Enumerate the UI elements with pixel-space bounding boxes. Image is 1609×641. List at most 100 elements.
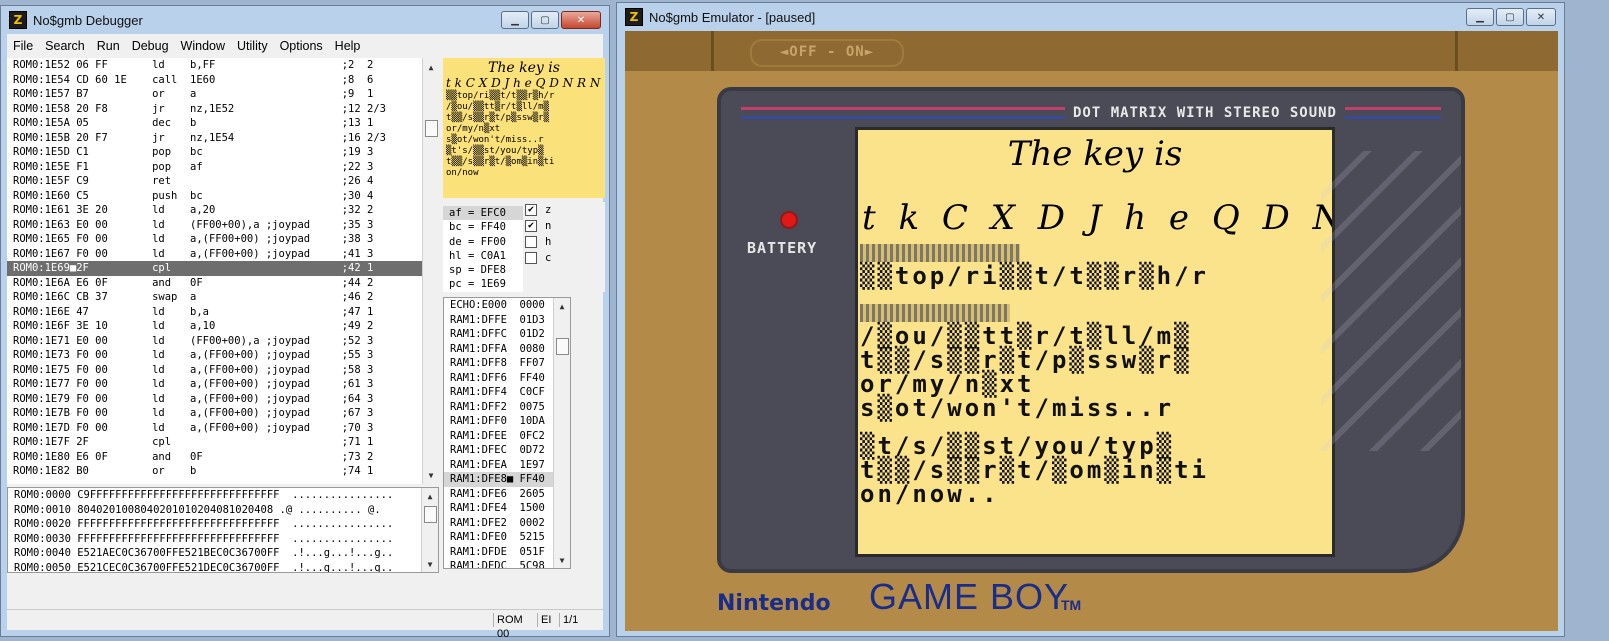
stack-row[interactable]: RAM1:DFDE 051F — [444, 545, 570, 560]
stack-row[interactable]: RAM1:DFE2 0002 — [444, 516, 570, 531]
memory-row[interactable]: ROM0:0030 FFFFFFFFFFFFFFFFFFFFFFFFFFFFFF… — [8, 532, 438, 547]
disasm-row[interactable]: ROM0:1E61 3E 20 ld a,20 ;32 2 — [7, 203, 439, 218]
stack-row[interactable]: RAM1:DFFA 0080 — [444, 342, 570, 357]
stack-row[interactable]: RAM1:DFF0 10DA — [444, 414, 570, 429]
disasm-row[interactable]: ROM0:1E54 CD 60 1E call 1E60 ;8 6 — [7, 73, 439, 88]
menu-run[interactable]: Run — [91, 39, 126, 53]
flag-h-checkbox[interactable] — [525, 236, 537, 248]
stack-row[interactable]: RAM1:DFE6 2605 — [444, 487, 570, 502]
disasm-row[interactable]: ROM0:1E65 F0 00 ld a,(FF00+00) ;joypad ;… — [7, 232, 439, 247]
register-pc[interactable]: pc = 1E69 — [443, 277, 523, 291]
disasm-row[interactable]: ROM0:1E5A 05 dec b ;13 1 — [7, 116, 439, 131]
flag-n[interactable]: ✔ n — [525, 218, 605, 234]
menu-search[interactable]: Search — [39, 39, 91, 53]
register-de[interactable]: de = FF00 — [443, 235, 523, 249]
memory-row[interactable]: ROM0:0040 E521AEC0C36700FFE521BEC0C36700… — [8, 546, 438, 561]
minimize-icon[interactable]: ▁ — [1466, 8, 1494, 26]
disasm-row[interactable]: ROM0:1E5E F1 pop af ;22 3 — [7, 160, 439, 175]
register-sp[interactable]: sp = DFE8 — [443, 263, 523, 277]
disasm-row[interactable]: ROM0:1E82 B0 or b ;74 1 — [7, 464, 439, 479]
flag-c[interactable]: c — [525, 250, 605, 266]
register-hl[interactable]: hl = C0A1 — [443, 249, 523, 263]
emulator-titlebar[interactable]: Z No$gmb Emulator - [paused] ▁ ▢ ✕ — [617, 3, 1564, 31]
stack-row[interactable]: RAM1:DFF6 FF40 — [444, 371, 570, 386]
register-af[interactable]: af = EFC0 — [443, 206, 523, 221]
disassembly-pane[interactable]: ROM0:1E52 06 FF ld b,FF ;2 2 ROM0:1E54 C… — [7, 58, 439, 484]
memory-row[interactable]: ROM0:0050 E521CEC0C36700FFE521DEC0C36700… — [8, 561, 438, 573]
power-switch[interactable]: ◄OFF - ON► — [750, 39, 904, 67]
stack-row[interactable]: RAM1:DFF8 FF07 — [444, 356, 570, 371]
disasm-row[interactable]: ROM0:1E5B 20 F7 jr nz,1E54 ;16 2/3 — [7, 131, 439, 146]
maximize-icon[interactable]: ▢ — [531, 11, 559, 29]
stack-row[interactable]: RAM1:DFEA 1E97 — [444, 458, 570, 473]
disasm-row[interactable]: ROM0:1E60 C5 push bc ;30 4 — [7, 189, 439, 204]
scroll-up-icon[interactable]: ▲ — [554, 299, 570, 313]
flag-h[interactable]: h — [525, 234, 605, 250]
flag-n-checkbox[interactable]: ✔ — [525, 220, 537, 232]
disasm-row[interactable]: ROM0:1E5D C1 pop bc ;19 3 — [7, 145, 439, 160]
register-bc[interactable]: bc = FF40 — [443, 220, 523, 234]
scroll-down-icon[interactable]: ▼ — [422, 557, 438, 571]
stack-row[interactable]: RAM1:DFF4 C0CF — [444, 385, 570, 400]
menu-file[interactable]: File — [7, 39, 39, 53]
scroll-down-icon[interactable]: ▼ — [423, 468, 439, 482]
stack-row[interactable]: RAM1:DFFC 01D2 — [444, 327, 570, 342]
stack-row[interactable]: RAM1:DFE0 5215 — [444, 530, 570, 545]
stack-row-current[interactable]: RAM1:DFE8■ FF40 — [444, 472, 570, 487]
stack-row[interactable]: RAM1:DFDC 5C98 — [444, 559, 570, 568]
flag-z[interactable]: ✔ z — [525, 202, 605, 218]
scroll-up-icon[interactable]: ▲ — [423, 60, 439, 74]
scroll-thumb[interactable] — [424, 506, 437, 523]
registers-pane[interactable]: af = EFC0 bc = FF40 de = FF00 hl = C0A1 … — [443, 206, 523, 292]
memory-scrollbar[interactable]: ▲ ▼ — [421, 488, 438, 572]
stack-row[interactable]: RAM1:DFE4 1500 — [444, 501, 570, 516]
disasm-row[interactable]: ROM0:1E80 E6 0F and 0F ;73 2 — [7, 450, 439, 465]
disasm-row[interactable]: ROM0:1E6C CB 37 swap a ;46 2 — [7, 290, 439, 305]
disasm-row[interactable]: ROM0:1E79 F0 00 ld a,(FF00+00) ;joypad ;… — [7, 392, 439, 407]
flag-z-checkbox[interactable]: ✔ — [525, 204, 537, 216]
close-icon[interactable]: ✕ — [1526, 8, 1556, 26]
menu-window[interactable]: Window — [175, 39, 231, 53]
scroll-up-icon[interactable]: ▲ — [422, 489, 438, 503]
stack-pane[interactable]: ECHO:E000 0000 RAM1:DFFE 01D3 RAM1:DFFC … — [443, 297, 571, 569]
stack-row[interactable]: RAM1:DFEC 0D72 — [444, 443, 570, 458]
flag-c-checkbox[interactable] — [525, 252, 537, 264]
disasm-row[interactable]: ROM0:1E71 E0 00 ld (FF00+00),a ;joypad ;… — [7, 334, 439, 349]
disasm-row[interactable]: ROM0:1E75 F0 00 ld a,(FF00+00) ;joypad ;… — [7, 363, 439, 378]
memory-row[interactable]: ROM0:0020 FFFFFFFFFFFFFFFFFFFFFFFFFFFFFF… — [8, 517, 438, 532]
disasm-row[interactable]: ROM0:1E73 F0 00 ld a,(FF00+00) ;joypad ;… — [7, 348, 439, 363]
minimize-icon[interactable]: ▁ — [501, 11, 529, 29]
disasm-row[interactable]: ROM0:1E6E 47 ld b,a ;47 1 — [7, 305, 439, 320]
disasm-row[interactable]: ROM0:1E52 06 FF ld b,FF ;2 2 — [7, 58, 439, 73]
maximize-icon[interactable]: ▢ — [1496, 8, 1524, 26]
menu-utility[interactable]: Utility — [231, 39, 274, 53]
menu-debug[interactable]: Debug — [126, 39, 175, 53]
stack-row[interactable]: RAM1:DFF2 0075 — [444, 400, 570, 415]
disasm-scrollbar[interactable]: ▲ ▼ — [422, 58, 439, 484]
disasm-row[interactable]: ROM0:1E67 F0 00 ld a,(FF00+00) ;joypad ;… — [7, 247, 439, 262]
stack-row[interactable]: ECHO:E000 0000 — [444, 298, 570, 313]
disasm-row[interactable]: ROM0:1E63 E0 00 ld (FF00+00),a ;joypad ;… — [7, 218, 439, 233]
disasm-row[interactable]: ROM0:1E57 B7 or a ;9 1 — [7, 87, 439, 102]
debugger-titlebar[interactable]: Z No$gmb Debugger ▁ ▢ ✕ — [1, 6, 609, 34]
disasm-row[interactable]: ROM0:1E6F 3E 10 ld a,10 ;49 2 — [7, 319, 439, 334]
disasm-row[interactable]: ROM0:1E7F 2F cpl ;71 1 — [7, 435, 439, 450]
disasm-row[interactable]: ROM0:1E7B F0 00 ld a,(FF00+00) ;joypad ;… — [7, 406, 439, 421]
memory-row[interactable]: ROM0:0000 C9FFFFFFFFFFFFFFFFFFFFFFFFFFFF… — [8, 488, 438, 503]
menu-options[interactable]: Options — [274, 39, 329, 53]
disasm-row[interactable]: ROM0:1E7D F0 00 ld a,(FF00+00) ;joypad ;… — [7, 421, 439, 436]
disasm-row[interactable]: ROM0:1E77 F0 00 ld a,(FF00+00) ;joypad ;… — [7, 377, 439, 392]
memory-row[interactable]: ROM0:0010 804020100804020101020408102040… — [8, 503, 438, 518]
close-icon[interactable]: ✕ — [561, 11, 601, 29]
menu-help[interactable]: Help — [329, 39, 367, 53]
scroll-thumb[interactable] — [556, 338, 569, 355]
disasm-row-current[interactable]: ROM0:1E69■2F cpl ;42 1 — [7, 261, 439, 276]
memory-dump-pane[interactable]: ROM0:0000 C9FFFFFFFFFFFFFFFFFFFFFFFFFFFF… — [7, 487, 439, 573]
stack-row[interactable]: RAM1:DFEE 0FC2 — [444, 429, 570, 444]
disasm-row[interactable]: ROM0:1E5F C9 ret ;26 4 — [7, 174, 439, 189]
stack-scrollbar[interactable]: ▲ ▼ — [553, 298, 570, 568]
disasm-row[interactable]: ROM0:1E6A E6 0F and 0F ;44 2 — [7, 276, 439, 291]
scroll-thumb[interactable] — [425, 120, 438, 137]
stack-row[interactable]: RAM1:DFFE 01D3 — [444, 313, 570, 328]
scroll-down-icon[interactable]: ▼ — [554, 553, 570, 567]
